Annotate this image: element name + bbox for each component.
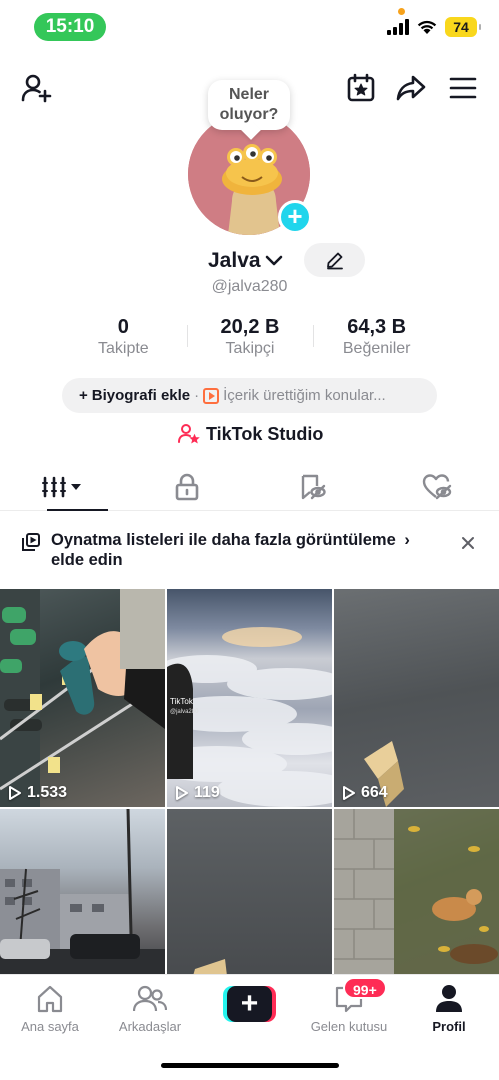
tiktok-studio-label: TikTok Studio [206, 423, 324, 444]
tiktok-studio-link[interactable]: TikTok Studio [178, 422, 323, 446]
nav-friends[interactable]: Arkadaşlar [100, 983, 200, 1034]
nav-profile-label: Profil [432, 1019, 466, 1034]
thumbnail-art [0, 589, 165, 807]
play-outline-icon [176, 786, 188, 800]
banner-text: Oynatma listeleri ile daha fazla görüntü… [51, 530, 431, 570]
stat-following[interactable]: 0 Takipte [60, 315, 187, 361]
battery-icon: 74 [445, 17, 481, 37]
banner-text-line1: Oynatma listeleri ile daha fazla görüntü… [51, 531, 396, 549]
calendar-button[interactable] [343, 70, 379, 106]
wifi-icon [417, 20, 437, 34]
stat-following-label: Takipte [97, 340, 149, 357]
nav-inbox-label: Gelen kutusu [310, 1019, 388, 1034]
close-icon[interactable] [458, 533, 478, 553]
add-story-button[interactable]: + [278, 200, 312, 234]
view-count-value: 119 [194, 784, 220, 801]
speech-line-1: Neler [228, 86, 270, 103]
username-row[interactable]: Jalva [208, 247, 283, 275]
nav-home[interactable]: Ana sayfa [0, 983, 100, 1034]
status-time: 15:10 [34, 13, 106, 41]
profile-stats: 0 Takipte 20,2 B Takipçi 64,3 B Beğenile… [60, 315, 440, 361]
status-bar: 15:10 74 [0, 0, 499, 56]
video-thumbnail[interactable] [167, 809, 332, 974]
lock-icon [175, 473, 199, 500]
view-count-value: 1.533 [27, 784, 68, 801]
share-arrow-icon [396, 75, 426, 101]
person-star-icon [178, 424, 200, 444]
status-speech-bubble[interactable]: Neler oluyor? [208, 80, 290, 130]
tab-liked[interactable] [374, 463, 499, 510]
menu-button[interactable] [445, 70, 481, 106]
chevron-right-icon: › [404, 531, 410, 549]
add-bio-button[interactable]: + Biyografi ekle · İçerik ürettiğim konu… [62, 378, 437, 413]
playlist-icon [22, 533, 40, 551]
view-count: 119 [175, 784, 220, 802]
thumbnail-art [364, 741, 404, 807]
bio-add-label: Biyografi ekle [91, 387, 191, 404]
video-thumbnail[interactable]: TikTok @jalva280 119 [167, 589, 332, 807]
inbox-badge: 99+ [343, 977, 387, 999]
share-profile-button[interactable] [393, 70, 429, 106]
svg-text:@jalva280: @jalva280 [170, 709, 199, 715]
status-indicators: 74 [387, 16, 481, 38]
stat-followers-value: 20,2 B [220, 316, 280, 338]
bookmark-hidden-icon [301, 474, 326, 499]
privacy-indicator-dot [398, 8, 405, 15]
stat-followers[interactable]: 20,2 B Takipçi [186, 315, 314, 361]
view-count: 664 [342, 784, 388, 802]
create-video-button[interactable]: + [223, 986, 276, 1022]
cellular-signal-icon [387, 19, 409, 35]
play-outline-icon [9, 786, 21, 800]
svg-text:TikTok: TikTok [170, 697, 194, 706]
plus-icon: + [227, 986, 272, 1022]
nav-profile[interactable]: Profil [399, 983, 499, 1034]
tab-saved[interactable] [250, 463, 375, 510]
profile-name: Jalva [208, 249, 261, 272]
playlist-promo-banner[interactable]: Oynatma listeleri ile daha fazla görüntü… [0, 511, 499, 588]
stat-likes[interactable]: 64,3 B Beğeniler [313, 315, 440, 361]
speech-line-2: oluyor? [219, 106, 279, 123]
video-thumbnail[interactable] [0, 809, 165, 974]
add-friend-button[interactable] [18, 70, 54, 106]
video-thumbnail[interactable]: 1.533 [0, 589, 165, 807]
edit-profile-button[interactable] [304, 243, 365, 277]
video-grid-icon [42, 476, 82, 497]
stat-likes-value: 64,3 B [347, 316, 407, 338]
pencil-icon [326, 252, 343, 270]
home-indicator [161, 1063, 339, 1068]
bio-topics-label: İçerik ürettiğim konular... [223, 387, 386, 404]
nav-friends-label: Arkadaşlar [118, 1019, 182, 1034]
nav-home-label: Ana sayfa [21, 1019, 79, 1034]
friends-icon [133, 985, 167, 1012]
thumbnail-art: TikTok @jalva280 [167, 627, 332, 807]
video-grid: 1.533 TikTok @jalva280 119 664 [0, 589, 499, 974]
video-thumbnail[interactable]: 664 [334, 589, 499, 807]
banner-text-line2: elde edin [51, 551, 123, 569]
thumbnail-art [193, 959, 227, 974]
tab-videos[interactable] [0, 463, 125, 511]
hamburger-menu-icon [449, 77, 477, 99]
add-person-icon [21, 74, 52, 103]
bio-add-plus-icon: + [79, 387, 88, 404]
home-icon [37, 985, 63, 1013]
stat-following-value: 0 [117, 316, 129, 338]
calendar-star-icon [347, 73, 375, 102]
profile-handle: @jalva280 [211, 278, 288, 295]
stat-likes-label: Beğeniler [342, 340, 411, 357]
thumbnail-art [334, 809, 499, 974]
thumbnail-art [0, 809, 165, 974]
play-box-icon [203, 387, 220, 404]
tab-private[interactable] [125, 463, 250, 510]
view-count-value: 664 [361, 784, 388, 801]
view-count: 1.533 [8, 784, 67, 802]
profile-tabs [0, 463, 499, 511]
stat-followers-label: Takipçi [225, 340, 275, 357]
video-thumbnail[interactable] [334, 809, 499, 974]
chevron-down-icon [265, 255, 282, 266]
heart-hidden-icon [422, 473, 451, 499]
profile-person-icon [436, 985, 462, 1012]
play-outline-icon [343, 786, 355, 800]
bio-separator: · [194, 387, 200, 404]
